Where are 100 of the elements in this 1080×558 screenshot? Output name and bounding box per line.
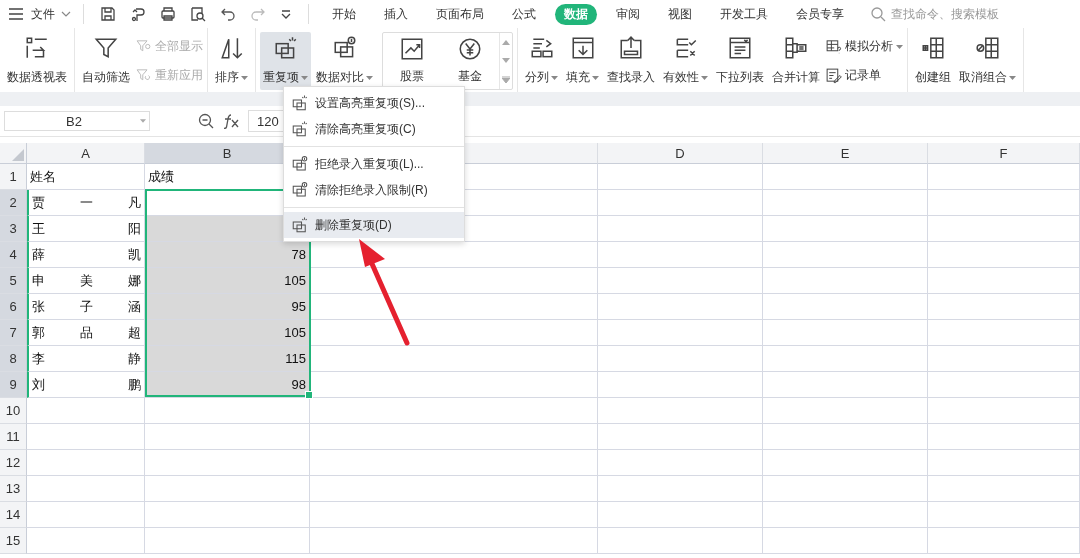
ribbon-tab[interactable]: 开发工具 xyxy=(711,3,777,25)
ribbon-button[interactable]: 有效性 xyxy=(660,32,711,90)
table-cell: 贾一凡 xyxy=(27,190,145,216)
group-icon xyxy=(920,35,946,61)
caret-icon xyxy=(592,75,599,80)
table-cell: 李静 xyxy=(27,346,145,372)
table-cell: 95 xyxy=(145,294,310,320)
row-header[interactable]: 8 xyxy=(0,346,27,372)
search-field[interactable]: 查找命令、搜索模板 xyxy=(889,6,1033,22)
caret-icon xyxy=(701,75,708,80)
form-icon xyxy=(825,67,842,84)
ribbon-tab[interactable]: 视图 xyxy=(659,3,701,25)
function-icon[interactable] xyxy=(222,113,240,129)
menu-item[interactable]: 删除重复项(D) xyxy=(284,212,464,238)
ribbon-button[interactable]: 创建组 xyxy=(912,32,954,90)
ribbon-button[interactable]: 基金 xyxy=(441,33,499,89)
ribbon-tab[interactable]: 审阅 xyxy=(607,3,649,25)
ribbon-button[interactable]: 排序 xyxy=(212,32,251,90)
row-header[interactable]: 12 xyxy=(0,450,27,476)
squares-icon xyxy=(291,120,309,138)
ribbon-button[interactable]: 自动筛选 xyxy=(79,32,133,90)
row-header[interactable]: 13 xyxy=(0,476,27,502)
row-header[interactable]: 5 xyxy=(0,268,27,294)
table-cell: 105 xyxy=(145,268,310,294)
table-icon xyxy=(24,35,50,61)
row-header[interactable]: 1 xyxy=(0,164,27,190)
arrow-box-icon xyxy=(569,35,596,61)
squares-icon xyxy=(291,94,309,112)
ribbon-button[interactable]: 下拉列表 xyxy=(713,32,767,90)
row-header[interactable]: 9 xyxy=(0,372,27,398)
list-window-icon xyxy=(727,35,753,61)
squares-icon xyxy=(291,216,309,234)
table-cell: 115 xyxy=(145,346,310,372)
save-icon[interactable] xyxy=(100,6,116,22)
caret-icon xyxy=(241,75,248,80)
caret-icon xyxy=(366,75,373,80)
caret-icon xyxy=(551,75,558,80)
ribbon-button[interactable]: 模拟分析 xyxy=(825,38,903,55)
table-cell: 王阳 xyxy=(27,216,145,242)
ribbon-tab[interactable]: 插入 xyxy=(375,3,417,25)
table-cell: 刘鹏 xyxy=(27,372,145,398)
ribbon-button[interactable]: 分列 xyxy=(522,32,561,90)
yen-icon xyxy=(457,36,483,62)
squares-icon xyxy=(291,155,309,173)
row-header[interactable]: 6 xyxy=(0,294,27,320)
table-cell: 98 xyxy=(145,372,310,398)
table-cell: 薛凯 xyxy=(27,242,145,268)
chevron-icon[interactable] xyxy=(61,11,71,17)
print-icon[interactable] xyxy=(160,6,176,22)
row-header[interactable]: 3 xyxy=(0,216,27,242)
caret-icon xyxy=(1009,75,1016,80)
ribbon-button[interactable]: 记录单 xyxy=(825,67,903,84)
row-header[interactable]: 2 xyxy=(0,190,27,216)
preview-icon[interactable] xyxy=(190,6,206,22)
caret-icon xyxy=(140,119,146,123)
table-cell: 105 xyxy=(145,320,310,346)
ribbon-button[interactable]: 取消组合 xyxy=(956,32,1019,90)
undo-icon[interactable] xyxy=(220,6,236,22)
column-header[interactable]: A xyxy=(27,143,145,164)
ribbon-tab[interactable]: 会员专享 xyxy=(787,3,853,25)
squares-icon xyxy=(291,181,309,199)
ribbon-tab[interactable]: 开始 xyxy=(323,3,365,25)
merge-icon xyxy=(783,35,809,61)
ribbon-button[interactable]: 查找录入 xyxy=(604,32,658,90)
arrow-box-icon xyxy=(618,35,644,61)
ribbon-button[interactable]: 数据透视表 xyxy=(4,32,70,90)
table-cell: 张子涵 xyxy=(27,294,145,320)
ribbon-button[interactable]: 数据对比 xyxy=(313,32,376,90)
dropdown-icon[interactable] xyxy=(280,9,292,19)
search-icon xyxy=(871,6,886,22)
fill-handle[interactable] xyxy=(305,391,313,399)
ribbon-button[interactable]: 合并计算 xyxy=(769,32,823,90)
table-cell: 申美娜 xyxy=(27,268,145,294)
file-menu[interactable]: 文件 xyxy=(31,5,55,23)
ribbon-button[interactable]: 填充 xyxy=(563,32,602,90)
zoom-out-icon[interactable] xyxy=(198,113,214,129)
row-header[interactable]: 11 xyxy=(0,424,27,450)
column-header[interactable]: D xyxy=(598,143,763,164)
squares-icon xyxy=(272,35,299,61)
ribbon-tab[interactable]: 页面布局 xyxy=(427,3,493,25)
table-cell: 姓名 xyxy=(27,164,145,190)
row-header[interactable]: 4 xyxy=(0,242,27,268)
ribbon-tab[interactable]: 公式 xyxy=(503,3,545,25)
ribbon-button[interactable]: 股票 xyxy=(383,33,441,89)
column-header[interactable]: E xyxy=(763,143,928,164)
row-header[interactable]: 15 xyxy=(0,528,27,554)
menu-icon[interactable] xyxy=(9,8,23,20)
row-header[interactable]: 14 xyxy=(0,502,27,528)
row-header[interactable]: 10 xyxy=(0,398,27,424)
table-cell: 78 xyxy=(145,242,310,268)
ribbon-button[interactable]: 重复项 xyxy=(260,32,311,90)
export-icon[interactable] xyxy=(130,6,146,22)
name-box[interactable]: B2 xyxy=(4,111,150,131)
ungroup-icon xyxy=(974,35,1001,61)
table-cell: 郭品超 xyxy=(27,320,145,346)
row-header[interactable]: 7 xyxy=(0,320,27,346)
chart-icon xyxy=(399,36,425,62)
caret-icon xyxy=(896,44,903,49)
caret-icon xyxy=(301,75,308,80)
column-header[interactable]: F xyxy=(928,143,1080,164)
